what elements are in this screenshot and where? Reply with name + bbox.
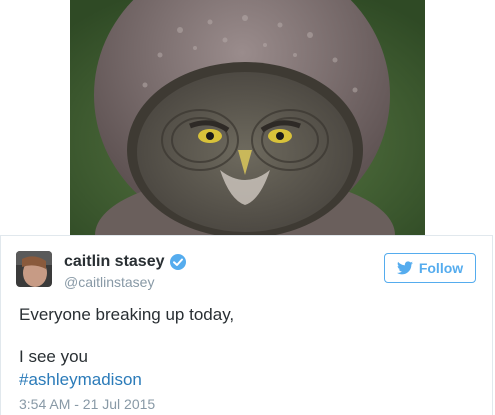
tweet-text-line: I see you (19, 347, 88, 366)
follow-label: Follow (418, 260, 464, 276)
verified-badge-icon (169, 253, 187, 271)
tweet-timestamp[interactable]: 3:54 AM - 21 Jul 2015 (19, 396, 155, 412)
owl-photo[interactable] (70, 0, 425, 235)
author-name[interactable]: caitlin stasey (64, 253, 165, 271)
tweet-text-line: Everyone breaking up today, (19, 305, 235, 324)
twitter-bird-icon (396, 261, 413, 275)
avatar[interactable] (16, 251, 52, 287)
tweet-media (0, 0, 495, 235)
tweet-card: caitlin stasey @caitlinstasey Follow Eve… (0, 235, 493, 415)
follow-button[interactable]: Follow (384, 253, 476, 283)
author-handle[interactable]: @caitlinstasey (64, 274, 154, 290)
hashtag-link[interactable]: #ashleymadison (19, 370, 142, 390)
